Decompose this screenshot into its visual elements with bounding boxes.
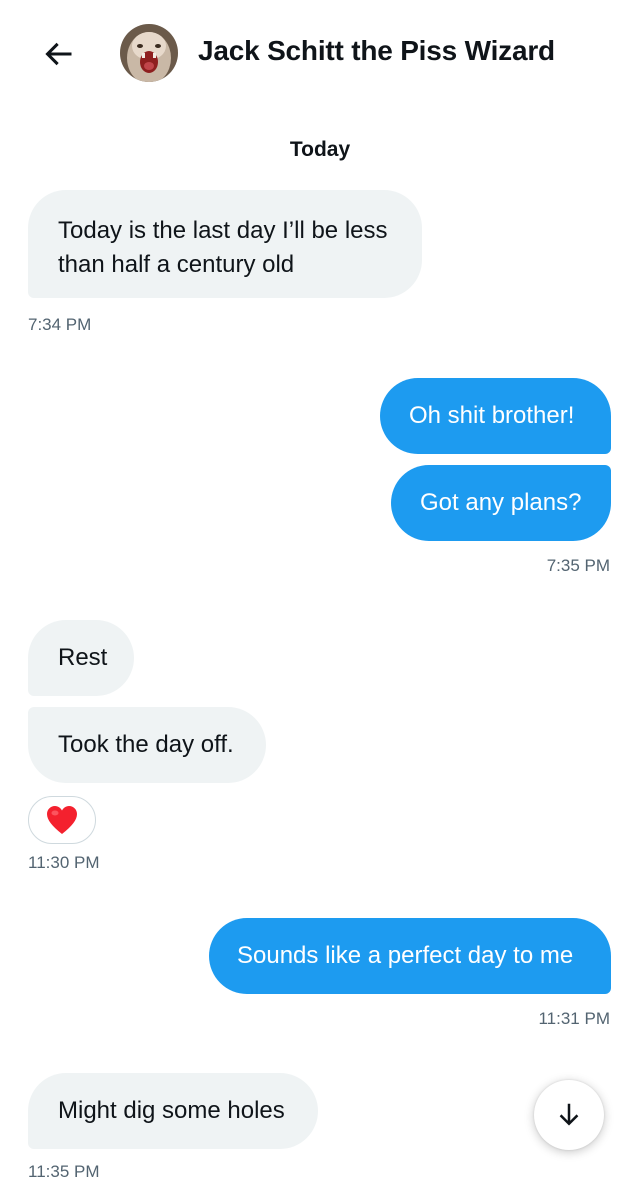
message-text-line: than half a century old (58, 251, 295, 278)
message-text: Got any plans? (420, 489, 582, 516)
message-text: Might dig some holes (58, 1097, 285, 1124)
heart-icon (47, 806, 77, 834)
avatar[interactable] (120, 24, 178, 82)
message-text: Oh shit brother! (409, 402, 575, 429)
date-divider: Today (289, 138, 351, 161)
message-timestamp: 11:30 PM (28, 853, 100, 872)
message-reaction[interactable] (28, 796, 96, 844)
message-bubble-incoming[interactable]: Rest (28, 620, 134, 696)
message-text: Rest (58, 644, 108, 671)
arrow-down-icon (559, 1103, 579, 1126)
message-bubble-outgoing[interactable]: Got any plans? (391, 465, 611, 541)
message-timestamp: 7:35 PM (546, 556, 610, 575)
message-timestamp: 11:31 PM (538, 1009, 610, 1028)
message-timestamp: 7:34 PM (28, 315, 92, 334)
conversation-header: Jack Schitt the Piss Wizard (0, 0, 640, 106)
message-bubble-incoming[interactable]: Might dig some holes (28, 1073, 318, 1149)
scroll-to-bottom-button[interactable] (534, 1080, 604, 1150)
message-bubble-outgoing[interactable]: Sounds like a perfect day to me (209, 918, 611, 994)
avatar-image (120, 24, 178, 82)
message-bubble-outgoing[interactable]: Oh shit brother! (380, 378, 611, 454)
back-button[interactable] (38, 34, 78, 74)
message-bubble-incoming[interactable]: Today is the last day I’ll be less than … (28, 190, 422, 298)
message-text: Sounds like a perfect day to me (237, 942, 574, 969)
conversation-title[interactable]: Jack Schitt the Piss Wizard (198, 35, 555, 67)
message-text-line: Today is the last day I’ll be less (58, 217, 388, 244)
message-timestamp: 11:35 PM (28, 1162, 100, 1181)
message-text: Took the day off. (58, 731, 234, 758)
arrow-left-icon (45, 42, 72, 66)
message-bubble-incoming[interactable]: Took the day off. (28, 707, 266, 783)
